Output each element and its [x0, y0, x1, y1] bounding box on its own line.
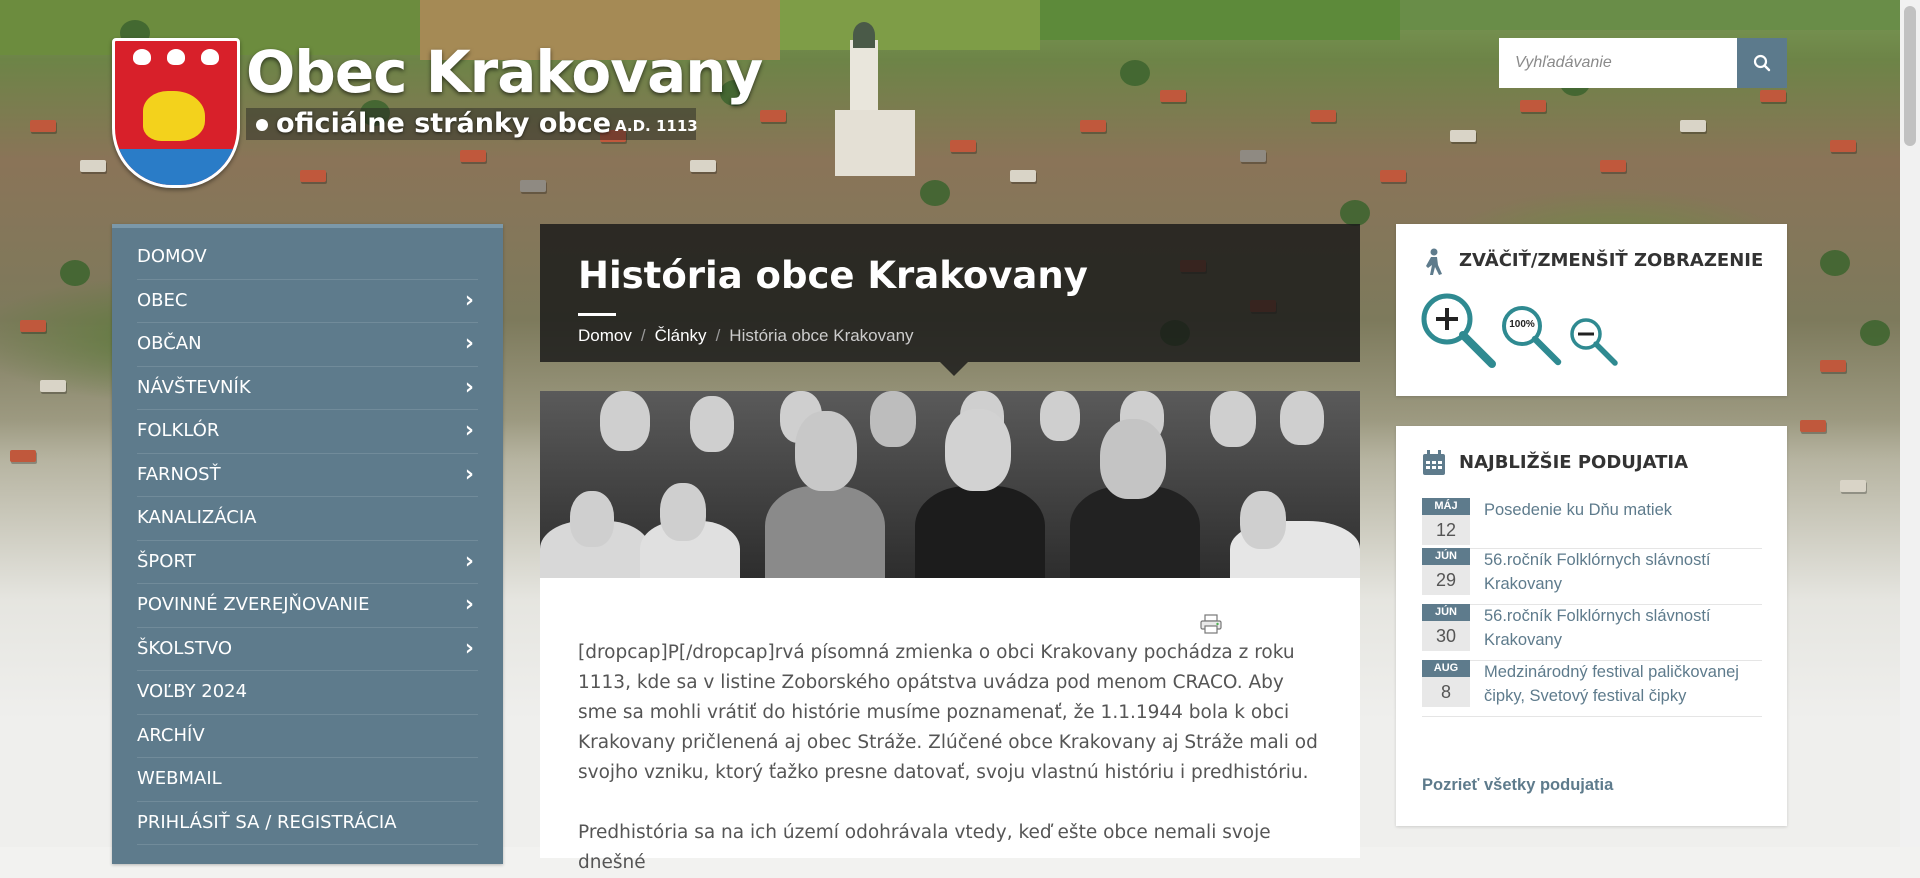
event-month: AUG — [1422, 660, 1470, 677]
chevron-right-icon[interactable]: › — [465, 280, 474, 322]
breadcrumb-articles[interactable]: Články — [655, 326, 707, 345]
chevron-right-icon[interactable]: › — [465, 454, 474, 496]
zoom-reset-button[interactable]: 100% — [1500, 304, 1564, 373]
nav-item[interactable]: FOLKLÓR › — [137, 410, 478, 454]
nav-item[interactable]: WEBMAIL — [137, 758, 478, 802]
chevron-right-icon[interactable]: › — [465, 541, 474, 583]
nav-item-label: VOĽBY 2024 — [137, 681, 248, 702]
search-input[interactable] — [1499, 38, 1737, 88]
nav-item-label: WEBMAIL — [137, 768, 222, 789]
header-notch — [940, 362, 968, 376]
nav-item-label: ŠPORT — [137, 550, 196, 572]
event-item: AUG 8 Medzinárodný festival paličkovanej č… — [1422, 660, 1762, 717]
zoom-reset-label: 100% — [1509, 319, 1535, 330]
events-widget: NAJBLIŽŠIE PODUJATIA MÁJ 12 Posedenie ku D… — [1396, 426, 1787, 826]
nav-item-label: OBEC — [137, 289, 188, 311]
event-date: JÚN 30 — [1422, 604, 1470, 651]
pedestrian-icon — [1426, 248, 1442, 275]
coat-of-arms-logo[interactable] — [112, 38, 240, 188]
event-item: MÁJ 12 Posedenie ku Dňu matiek — [1422, 498, 1762, 549]
event-item: JÚN 29 56.ročník Folklórnych slávností Kra… — [1422, 548, 1762, 605]
nav-item[interactable]: VOĽBY 2024 — [137, 671, 478, 715]
zoom-reset-icon — [1502, 306, 1562, 366]
print-icon[interactable] — [1200, 614, 1222, 639]
title-underline — [578, 313, 616, 316]
nav-item-label: ŠKOLSTVO — [137, 637, 233, 659]
calendar-icon — [1423, 450, 1445, 475]
article-paragraph: Predhistória sa na ich území odohrávala … — [578, 822, 1271, 873]
nav-item-label: FARNOSŤ — [137, 463, 221, 485]
breadcrumb-home[interactable]: Domov — [578, 326, 632, 345]
event-month: JÚN — [1422, 548, 1470, 565]
nav-item[interactable]: ARCHÍV — [137, 715, 478, 758]
nav-item[interactable]: ŠPORT › — [137, 541, 478, 584]
nav-item[interactable]: FARNOSŤ › — [137, 454, 478, 497]
nav-item-label: KANALIZÁCIA — [137, 507, 257, 528]
nav-item-label: NÁVŠTEVNÍK — [137, 376, 251, 398]
zoom-in-button[interactable] — [1420, 292, 1498, 375]
event-day: 29 — [1422, 565, 1470, 595]
chevron-right-icon[interactable]: › — [465, 410, 474, 452]
zoom-widget: ZVÄČIŤ/ZMENŠIŤ ZOBRAZENIE 100% — [1396, 224, 1787, 396]
event-date: MÁJ 12 — [1422, 498, 1470, 545]
nav-item[interactable]: ŠKOLSTVO › — [137, 628, 478, 671]
event-item: JÚN 30 56.ročník Folklórnych slávností Kra… — [1422, 604, 1762, 661]
main-navigation: DOMOV OBEC › OBČAN › NÁVŠTEVNÍK › FOLKLÓR › FARNO… — [112, 224, 503, 864]
nav-item[interactable]: POVINNÉ ZVEREJŇOVANIE › — [137, 584, 478, 628]
event-date: AUG 8 — [1422, 660, 1470, 707]
event-title-link[interactable]: Medzinárodný festival paličkovanej čipky… — [1484, 660, 1764, 708]
zoom-out-button[interactable] — [1568, 316, 1620, 373]
event-date: JÚN 29 — [1422, 548, 1470, 595]
article-body: [dropcap]P[/dropcap]rvá písomná zmienka … — [540, 578, 1360, 873]
nav-item[interactable]: NÁVŠTEVNÍK › — [137, 367, 478, 410]
breadcrumb-current: História obce Krakovany — [729, 326, 914, 345]
event-month: MÁJ — [1422, 498, 1470, 515]
nav-item[interactable]: OBEC › — [137, 280, 478, 323]
nav-item-label: DOMOV — [137, 246, 207, 267]
event-title-link[interactable]: 56.ročník Folklórnych slávností Krakovan… — [1484, 548, 1764, 596]
site-title[interactable]: Obec Krakovany — [246, 38, 763, 106]
chevron-right-icon[interactable]: › — [465, 628, 474, 670]
search-icon — [1753, 54, 1771, 72]
nav-item[interactable]: OBČAN › — [137, 323, 478, 367]
nav-item-label: OBČAN — [137, 333, 202, 354]
zoom-in-icon — [1421, 293, 1496, 368]
zoom-out-icon — [1570, 318, 1618, 366]
event-title-link[interactable]: 56.ročník Folklórnych slávností Krakovan… — [1484, 604, 1764, 652]
chevron-right-icon[interactable]: › — [465, 367, 474, 409]
event-month: JÚN — [1422, 604, 1470, 621]
zoom-widget-title: ZVÄČIŤ/ZMENŠIŤ ZOBRAZENIE — [1459, 250, 1764, 271]
chevron-right-icon[interactable]: › — [465, 323, 474, 365]
nav-item[interactable]: PRIHLÁSIŤ SA / REGISTRÁCIA — [137, 802, 478, 845]
article-header-photo — [540, 391, 1360, 578]
page-header: História obce Krakovany Domov / Články / His… — [540, 224, 1360, 362]
chevron-right-icon[interactable]: › — [465, 584, 474, 626]
page-title: História obce Krakovany — [578, 254, 1088, 297]
scrollbar-thumb[interactable] — [1904, 6, 1916, 146]
nav-item-label: ARCHÍV — [137, 724, 205, 746]
events-widget-title: NAJBLIŽŠIE PODUJATIA — [1459, 452, 1689, 473]
nav-item-label: FOLKLÓR — [137, 420, 220, 441]
site-subtitle: oficiálne stránky obce — [256, 108, 611, 139]
article-paragraph: [dropcap]P[/dropcap]rvá písomná zmienka … — [578, 642, 1318, 783]
nav-item-label: PRIHLÁSIŤ SA / REGISTRÁCIA — [137, 811, 397, 833]
site-founding-year: A.D. 1113 — [615, 117, 698, 135]
event-day: 30 — [1422, 621, 1470, 651]
nav-item-label: POVINNÉ ZVEREJŇOVANIE — [137, 594, 370, 615]
event-title-link[interactable]: Posedenie ku Dňu matiek — [1484, 498, 1764, 522]
breadcrumb: Domov / Články / História obce Krakovany — [578, 326, 914, 345]
event-day: 8 — [1422, 677, 1470, 707]
search-button[interactable] — [1737, 38, 1787, 88]
event-day: 12 — [1422, 515, 1470, 545]
site-subtitle-text: oficiálne stránky obce — [276, 108, 612, 139]
all-events-link[interactable]: Pozrieť všetky podujatia — [1422, 776, 1613, 795]
nav-item[interactable]: DOMOV — [137, 236, 478, 280]
page-scrollbar[interactable] — [1900, 0, 1920, 847]
nav-item[interactable]: KANALIZÁCIA — [137, 497, 478, 541]
